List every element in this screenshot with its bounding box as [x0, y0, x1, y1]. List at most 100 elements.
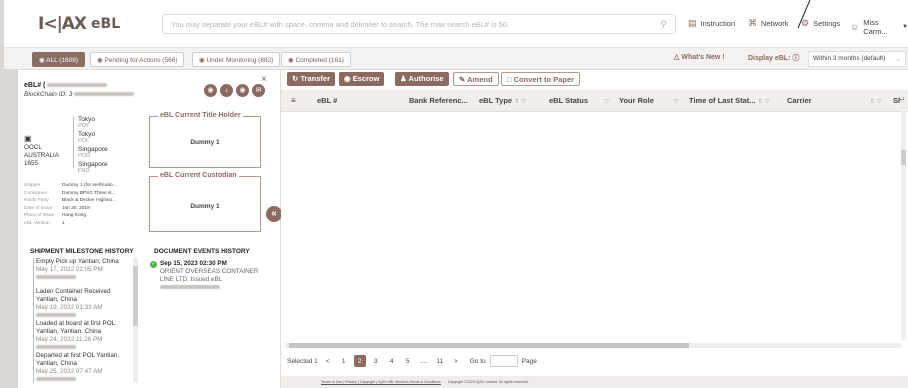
- column-label: Time of Last Stat...: [689, 96, 756, 105]
- page-label: Page: [521, 357, 537, 365]
- scrollbar-thumb[interactable]: [133, 266, 138, 326]
- filter-icon[interactable]: ▽: [765, 99, 770, 105]
- filter-icon[interactable]: ▽: [604, 99, 609, 105]
- nav-network[interactable]: ⌘ Network: [748, 18, 789, 29]
- filter-icon[interactable]: ▽: [674, 99, 679, 105]
- authorise-icon: ♟: [400, 74, 407, 83]
- page-button-current[interactable]: 2: [353, 355, 366, 367]
- custodian-value: Dummy 1: [190, 203, 220, 210]
- filter-icon[interactable]: ▽: [877, 99, 882, 105]
- nav-instruction[interactable]: ▤ Instruction: [688, 18, 735, 29]
- footer-links[interactable]: Terms of Use | Privacy | Copyright | IQA…: [321, 380, 441, 384]
- display-ebl-select[interactable]: Within 3 months (default) ⌄: [808, 51, 906, 67]
- nav-user-menu[interactable]: ☺ Miss Carm... ▼: [850, 18, 908, 36]
- sort-icon[interactable]: ⇕: [870, 99, 875, 105]
- milestone-text: Loaded at board at first POL Yantian, Ya…: [36, 320, 115, 335]
- milestone-item: Empty Pick up Yantian, China May 17, 202…: [36, 258, 132, 282]
- search-input[interactable]: You may separate your eBL# with space, c…: [162, 14, 676, 34]
- scrollbar-thumb[interactable]: [901, 150, 906, 165]
- prev-page-button[interactable]: <: [322, 355, 334, 367]
- milestone-history-title: SHIPMENT MILESTONE HISTORY: [30, 248, 134, 255]
- column-ebl-type[interactable]: eBL Type ⇕ ▽: [479, 96, 526, 105]
- page-ellipsis[interactable]: ....: [418, 355, 430, 367]
- table-horizontal-scrollbar[interactable]: [285, 343, 901, 348]
- page-button[interactable]: 3: [370, 355, 382, 367]
- page-button[interactable]: 1: [338, 355, 350, 367]
- tab-all[interactable]: ◉ ALL (1609): [32, 52, 86, 67]
- sort-icon[interactable]: ⇕: [758, 99, 763, 105]
- event-text: ORIENT OVERSEAS CONTAINER: [160, 268, 259, 275]
- page-button[interactable]: 4: [386, 355, 398, 367]
- convert-to-paper-button[interactable]: □ Convert to Paper: [501, 72, 581, 86]
- field-value: Dummy BPSC Three sl...: [62, 190, 116, 196]
- transfer-label: Transfer: [300, 74, 330, 83]
- column-label: Your Role: [619, 96, 654, 105]
- field-key: Shipper: [24, 183, 41, 188]
- escrow-button[interactable]: ◉ Escrow: [339, 72, 385, 86]
- table-vertical-scrollbar[interactable]: [901, 100, 906, 340]
- timeline-line: [33, 258, 34, 383]
- field-value: Black & Decker Highwo...: [62, 198, 117, 203]
- nav-settings-label: Settings: [813, 19, 841, 28]
- route-code: POL: [78, 138, 90, 144]
- column-menu-icon[interactable]: ≡: [291, 96, 296, 105]
- redacted-value: [74, 92, 135, 97]
- tab-pending[interactable]: ◉ Pending for Actions (566): [90, 52, 185, 67]
- milestone-item: Departed at first POL Yantian, Yantian, …: [36, 352, 132, 383]
- field-key: Consignee: [24, 190, 47, 196]
- field-key: Date of Issue: [24, 205, 53, 211]
- tab-under-monitoring[interactable]: ◉ Under Monitoring (882): [192, 52, 281, 67]
- milestone-text: Departed at first POL Yantian, Yantian, …: [36, 352, 120, 367]
- milestone-text: Laden Container Received Yantian, China: [36, 288, 111, 303]
- search-placeholder: You may separate your eBL# with space, c…: [171, 20, 510, 29]
- scrollbar-thumb[interactable]: [289, 343, 689, 348]
- route-stop: Tokyo POL: [78, 131, 95, 145]
- whats-new-label: What's New !: [681, 54, 725, 61]
- field-value: Jan 30, 2018: [62, 205, 90, 211]
- filter-icon[interactable]: ▽: [521, 99, 526, 105]
- route-city: Tokyo: [78, 131, 95, 138]
- column-label: eBL Status: [549, 96, 589, 105]
- route-stop: Singapore POD: [78, 146, 108, 160]
- field-value: Hong Kong: [62, 213, 87, 218]
- milestone-scrollbar[interactable]: [133, 258, 138, 383]
- authorise-label: Authorise: [408, 74, 444, 83]
- column-ebl-number[interactable]: eBL #: [317, 96, 337, 105]
- page-button[interactable]: 11: [434, 355, 446, 367]
- tab-completed[interactable]: ◉ Completed (161): [281, 52, 351, 67]
- milestone-date: May 19, 2022 01:33 AM: [36, 304, 103, 311]
- eye-icon[interactable]: ◉: [204, 84, 217, 97]
- column-bank-reference[interactable]: Bank Referenc...: [409, 96, 468, 105]
- escrow-label: Escrow: [352, 74, 380, 83]
- search-icon[interactable]: ⚲: [660, 19, 667, 30]
- bell-icon: △: [674, 54, 680, 61]
- mail-icon[interactable]: ✉: [252, 84, 265, 97]
- download-icon[interactable]: ↓: [220, 84, 233, 97]
- transfer-button[interactable]: ↻ Transfer: [287, 72, 335, 86]
- collapse-panel-button[interactable]: «: [266, 206, 282, 222]
- top-bar: I<|AX eBL You may separate your eBL# wit…: [4, 0, 908, 48]
- carrier-name: OOCL AUSTRALIA 1655: [24, 144, 59, 168]
- sort-icon[interactable]: ⇕: [514, 99, 519, 105]
- column-ebl-status[interactable]: eBL Status ▽: [549, 96, 609, 105]
- ebl-table-panel: ↻ Transfer ◉ Escrow ♟ Authorise ✎ Amend …: [281, 70, 908, 376]
- eye-icon[interactable]: ◉: [236, 84, 249, 97]
- logo[interactable]: I<|AX eBL: [38, 14, 120, 34]
- milestone-date: May 17, 2022 02:05 PM: [36, 266, 103, 273]
- monitor-icon: ▤: [688, 18, 697, 28]
- next-page-button[interactable]: >: [450, 355, 462, 367]
- authorise-button[interactable]: ♟ Authorise: [395, 72, 449, 86]
- column-carrier[interactable]: Carrier ⇕ ▽: [787, 96, 881, 105]
- amend-button[interactable]: ✎ Amend: [453, 72, 499, 86]
- redacted-value: [160, 285, 220, 290]
- whats-new-link[interactable]: △ What's New !: [674, 53, 725, 61]
- user-icon: ☺: [850, 22, 860, 32]
- close-icon[interactable]: ×: [261, 74, 267, 85]
- route-code: FND: [78, 168, 90, 174]
- goto-page-input[interactable]: [489, 355, 518, 367]
- column-time-of-last-status[interactable]: Time of Last Stat... ⇕ ▽: [689, 96, 769, 105]
- page-button[interactable]: 5: [402, 355, 414, 367]
- column-your-role[interactable]: Your Role ▽: [619, 96, 679, 105]
- ship-icon: ▣: [24, 134, 32, 143]
- app-frame: I<|AX eBL You may separate your eBL# wit…: [0, 0, 908, 388]
